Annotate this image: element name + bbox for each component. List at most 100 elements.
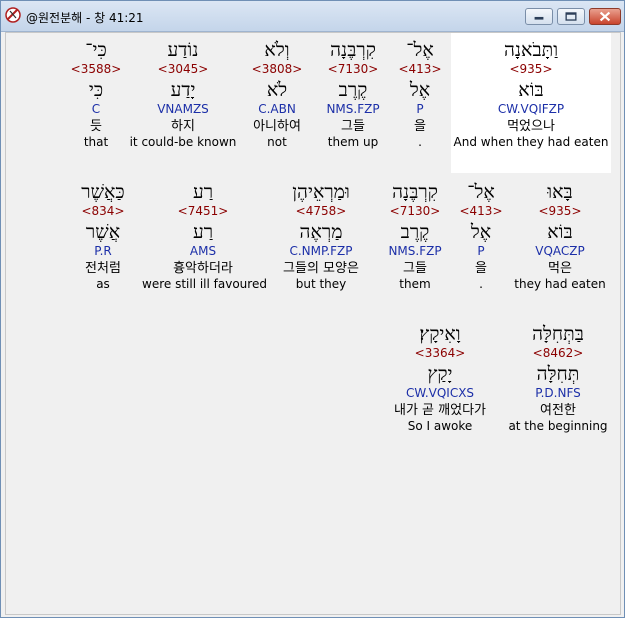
parsing-code: NMS.FZP	[326, 102, 380, 116]
parsing-code: CW.VQIFZP	[497, 102, 565, 116]
hebrew-word: אֶל־	[467, 181, 495, 203]
title-bar[interactable]: @원전분해 - 창 41:21	[1, 1, 624, 32]
strong-number[interactable]: <3808>	[242, 62, 312, 77]
english-gloss: .	[479, 277, 483, 291]
hebrew-root: מַרְאֶה	[299, 221, 343, 243]
hebrew-word: כַּאֲשֶׁר	[81, 181, 125, 203]
korean-gloss: 먹었으나	[507, 119, 555, 134]
english-gloss: that	[83, 135, 109, 149]
hebrew-root: קֶרֶב	[338, 79, 368, 101]
word-cell[interactable]: וְלֹא <3808> לֹא C.ABN 아니하여 not	[242, 38, 312, 150]
parsing-code: AMS	[189, 244, 217, 258]
maximize-button[interactable]	[557, 8, 585, 25]
word-cell[interactable]: נוֹדַע <3045> יָדַע VNAMZS 하지 it could-b…	[128, 38, 238, 150]
hebrew-root: יָקַץ	[427, 363, 453, 385]
korean-gloss: 그들	[341, 119, 365, 134]
close-button[interactable]	[589, 8, 621, 25]
korean-gloss: 내가 곧 깨었다가	[394, 403, 486, 418]
hebrew-root: אֲשֶׁר	[85, 221, 121, 243]
korean-gloss: 을	[475, 261, 487, 276]
strong-number[interactable]: <834>	[66, 204, 140, 219]
korean-gloss: 먹은	[548, 261, 572, 276]
parsing-code: P.D.NFS	[535, 386, 581, 400]
korean-gloss: 여전한	[540, 403, 576, 418]
parsing-code: NMS.FZP	[388, 244, 442, 258]
english-gloss: but they	[295, 277, 347, 291]
hebrew-root: לֹא	[266, 79, 288, 101]
hebrew-word: קִרְבֶּנָה	[392, 181, 438, 203]
korean-gloss: 하지	[171, 119, 195, 134]
strong-number[interactable]: <3364>	[378, 346, 502, 361]
korean-gloss: 그들의 모양은	[283, 261, 359, 276]
minimize-button[interactable]	[525, 8, 553, 25]
word-cell[interactable]: בַּתְּחִלָּה <8462> תְּחִלָּה P.D.NFS 여전…	[506, 322, 610, 434]
hebrew-root: בּוֹא	[547, 221, 573, 243]
english-gloss: So I awoke	[407, 419, 473, 433]
hebrew-word: בָּאוּ	[547, 181, 573, 203]
english-gloss: it could-be known	[129, 135, 237, 149]
english-gloss: them	[399, 277, 431, 291]
hebrew-word: רַע	[192, 181, 214, 203]
parsing-code: C.NMP.FZP	[289, 244, 353, 258]
app-window: @원전분해 - 창 41:21 כִּי־ <3588> כִּי C 듯 th…	[0, 0, 625, 618]
strong-number[interactable]: <3045>	[128, 62, 238, 77]
parsing-code: C.ABN	[258, 102, 296, 116]
hebrew-word: כִּי־	[85, 39, 107, 61]
word-cell[interactable]: בָּאוּ <935> בּוֹא VQACZP 먹은 they had ea…	[510, 180, 610, 292]
parsing-code: VNAMZS	[157, 102, 209, 116]
word-cell[interactable]: אֶל־ <413> אֶל P 을 .	[456, 180, 506, 292]
hebrew-root: בּוֹא	[518, 79, 544, 101]
word-cell[interactable]: וּמַרְאֵיהֶן <4758> מַרְאֶה C.NMP.FZP 그들…	[268, 180, 374, 292]
maximize-icon	[565, 12, 577, 21]
strong-number[interactable]: <7130>	[316, 62, 390, 77]
word-cell[interactable]: קִרְבֶּנָה <7130> קֶרֶב NMS.FZP 그들 them	[378, 180, 452, 292]
word-cell[interactable]: כַּאֲשֶׁר <834> אֲשֶׁר P.R 전처럼 as	[66, 180, 140, 292]
hebrew-word: וָאִיקָץ׃	[419, 323, 461, 345]
word-cell[interactable]: כִּי־ <3588> כִּי C 듯 that	[66, 38, 126, 150]
hebrew-word: קִרְבֶּנָה	[330, 39, 376, 61]
korean-gloss: 그들	[403, 261, 427, 276]
english-gloss: them up	[327, 135, 379, 149]
parsing-code: P.R	[94, 244, 112, 258]
hebrew-word: בַּתְּחִלָּה	[532, 323, 584, 345]
hebrew-root: תְּחִלָּה	[536, 363, 580, 385]
strong-number[interactable]: <3588>	[66, 62, 126, 77]
hebrew-word: וְלֹא	[264, 39, 290, 61]
english-gloss: not	[267, 135, 287, 149]
word-cell[interactable]: קִרְבֶּנָה <7130> קֶרֶב NMS.FZP 그들 them …	[316, 38, 390, 150]
hebrew-root: רַע	[192, 221, 214, 243]
hebrew-word: אֶל־	[406, 39, 434, 61]
strong-number[interactable]: <413>	[394, 62, 446, 77]
english-gloss: they had eaten	[514, 277, 606, 291]
hebrew-word: וּמַרְאֵיהֶן	[292, 181, 350, 203]
korean-gloss: 흉악하더라	[173, 261, 233, 276]
english-gloss: And when they had eaten	[453, 135, 609, 149]
parsing-code: CW.VQICXS	[405, 386, 475, 400]
strong-number[interactable]: <7451>	[142, 204, 264, 219]
strong-number[interactable]: <935>	[510, 204, 610, 219]
korean-gloss: 듯	[90, 119, 102, 134]
hebrew-root: יָדַע	[170, 79, 196, 101]
parsing-code: VQACZP	[535, 244, 585, 258]
hebrew-root: אֶל	[470, 221, 492, 243]
korean-gloss: 전처럼	[85, 261, 121, 276]
korean-gloss: 아니하여	[253, 119, 301, 134]
analysis-panel: כִּי־ <3588> כִּי C 듯 that נוֹדַע <3045>…	[5, 32, 621, 615]
strong-number[interactable]: <935>	[453, 62, 609, 77]
minimize-icon	[534, 16, 544, 20]
strong-number[interactable]: <4758>	[268, 204, 374, 219]
word-cell-selected[interactable]: וַתָּבֹאנָה <935> בּוֹא CW.VQIFZP 먹었으나 A…	[453, 38, 609, 150]
strong-number[interactable]: <8462>	[506, 346, 610, 361]
strong-number[interactable]: <413>	[456, 204, 506, 219]
strong-number[interactable]: <7130>	[378, 204, 452, 219]
english-gloss: as	[96, 277, 110, 291]
english-gloss: .	[418, 135, 422, 149]
hebrew-root: כִּי	[88, 79, 104, 101]
parsing-code: P	[416, 102, 424, 116]
word-cell[interactable]: רַע <7451> רַע AMS 흉악하더라 were still ill …	[142, 180, 267, 292]
word-cell[interactable]: אֶל־ <413> אֶל P 을 .	[394, 38, 446, 150]
parsing-code: C	[91, 102, 101, 116]
close-icon	[599, 11, 611, 22]
app-logo-icon	[5, 7, 21, 23]
word-cell[interactable]: וָאִיקָץ׃ <3364> יָקַץ CW.VQICXS 내가 곧 깨었…	[378, 322, 502, 434]
